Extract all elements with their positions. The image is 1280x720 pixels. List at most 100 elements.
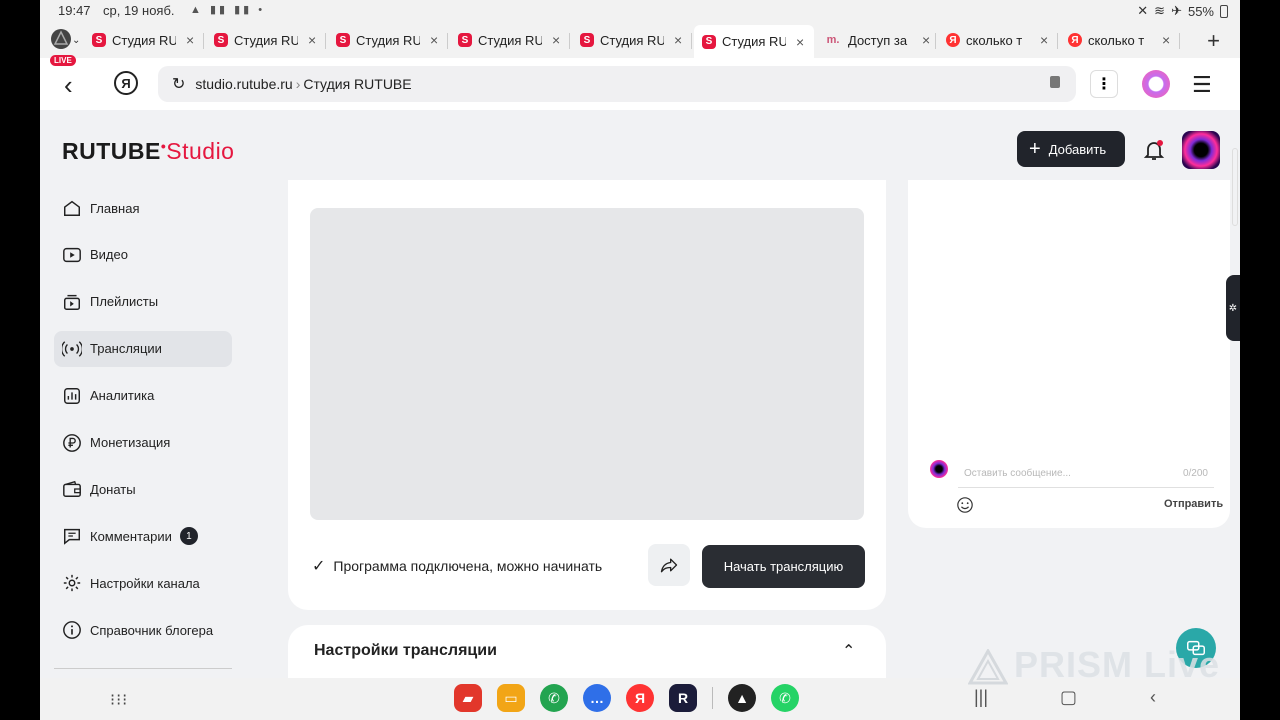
browser-tab[interactable]: S Студия RU × xyxy=(572,25,692,55)
close-tab-icon[interactable]: × xyxy=(186,32,194,48)
sidebar-item[interactable]: Комментарии 1 xyxy=(54,518,232,554)
close-tab-icon[interactable]: × xyxy=(430,32,438,48)
tab-label: сколько т xyxy=(1088,32,1145,48)
phone-app-icon[interactable]: ✆ xyxy=(540,684,568,712)
broadcast-settings-section[interactable]: Настройки трансляции ⌃ xyxy=(288,625,886,678)
bell-icon[interactable] xyxy=(1142,138,1166,162)
sidebar-item[interactable]: Справочник блогера xyxy=(54,612,232,648)
settings-title: Настройки трансляции xyxy=(314,642,497,659)
url-separator: › xyxy=(295,76,301,92)
rutube-icon: S xyxy=(458,33,472,47)
rutube-icon: S xyxy=(702,34,716,49)
sidebar-item[interactable]: Донаты xyxy=(54,471,232,507)
battery-level: 55% xyxy=(1187,3,1214,19)
chat-avatar xyxy=(930,460,948,478)
avatar[interactable] xyxy=(1182,131,1220,169)
url-bar[interactable]: ↻ studio.rutube.ru › Студия RUTUBE xyxy=(158,66,1076,102)
logo-rutube: RUTUBE xyxy=(62,138,161,164)
wifi-icon: ≋ xyxy=(1154,3,1166,18)
tab-label: Студия RU xyxy=(356,32,420,48)
connection-status-text: Программа подключена, можно начинать xyxy=(333,558,603,574)
tab-separator xyxy=(691,33,692,49)
tab-label: Студия RU xyxy=(600,32,664,48)
accessibility-handle[interactable]: ✲ xyxy=(1226,275,1240,341)
chat-message-input[interactable]: Оставить сообщение... 0/200 xyxy=(958,458,1214,488)
browser-tab[interactable]: m. Доступ за × xyxy=(816,25,936,55)
close-tab-icon[interactable]: × xyxy=(552,32,560,48)
sidebar-item[interactable]: Главная xyxy=(54,190,232,226)
broadcast-icon xyxy=(62,339,82,359)
sidebar-item[interactable]: Аналитика xyxy=(54,378,232,414)
home-button-icon[interactable]: ▢ xyxy=(1060,687,1077,708)
tab-separator xyxy=(1179,33,1180,49)
url-domain: studio.rutube.ru xyxy=(195,76,293,92)
yandex-icon: Я xyxy=(1068,33,1082,47)
yandex-button[interactable]: Я xyxy=(114,71,138,95)
sidebar-item-label: Монетизация xyxy=(90,435,171,450)
mute-icon: ✕ xyxy=(1137,3,1149,18)
close-tab-icon[interactable]: × xyxy=(922,32,930,48)
close-tab-icon[interactable]: × xyxy=(1040,32,1048,48)
prism-app-icon[interactable]: ▲ xyxy=(728,684,756,712)
accessibility-icon: ✲ xyxy=(1228,302,1238,314)
browser-tab[interactable]: S Студия RU × xyxy=(450,25,570,55)
browser-tab[interactable]: S Студия RU × xyxy=(328,25,448,55)
close-tab-icon[interactable]: × xyxy=(674,32,682,48)
files-app-icon[interactable]: ▭ xyxy=(497,684,525,712)
browser-tab[interactable]: S Студия RU × xyxy=(84,25,204,55)
browser-tab[interactable]: S Студия RU × xyxy=(694,25,814,58)
more-menu-button[interactable]: ⋮ xyxy=(1090,70,1118,98)
messages-app-icon[interactable]: … xyxy=(583,684,611,712)
sidebar-item-label: Плейлисты xyxy=(90,294,159,310)
alice-icon[interactable] xyxy=(1142,70,1170,98)
hamburger-menu-icon[interactable]: ☰ xyxy=(1192,72,1212,98)
clock: 19:47 xyxy=(58,3,91,18)
sidebar-item[interactable]: Видео xyxy=(54,237,232,273)
battery-icon xyxy=(1220,4,1228,18)
browser-tab[interactable]: S Студия RU × xyxy=(206,25,326,55)
send-button[interactable]: Отправить xyxy=(1164,498,1223,510)
airplane-icon: ✈ xyxy=(1171,3,1182,18)
gear-icon xyxy=(62,573,82,593)
scrollbar[interactable] xyxy=(1232,148,1238,226)
yandex-app-icon[interactable]: Я xyxy=(626,684,654,712)
close-tab-icon[interactable]: × xyxy=(796,34,804,50)
m-icon: m. xyxy=(826,34,840,46)
sidebar-item-label: Трансляции xyxy=(90,341,162,357)
sidebar-divider xyxy=(54,668,232,669)
sidebar-item[interactable]: Трансляции xyxy=(54,330,232,367)
whatsapp-app-icon[interactable]: ✆ xyxy=(771,684,799,712)
ruble-icon xyxy=(62,433,82,453)
notes-app-icon[interactable]: ▰ xyxy=(454,684,482,712)
emoji-icon[interactable] xyxy=(956,496,974,514)
browser-tab[interactable]: Ясколько т × xyxy=(938,25,1058,55)
new-tab-button[interactable]: + xyxy=(1207,28,1220,54)
sidebar-item[interactable]: Монетизация xyxy=(54,425,232,461)
system-tray: ✕ ≋ ✈ 55% xyxy=(1137,3,1228,19)
sidebar-item[interactable]: Плейлисты xyxy=(54,284,232,320)
connection-status: ✓ Программа подключена, можно начинать xyxy=(312,556,602,576)
tab-label: Студия RU xyxy=(478,32,542,48)
system-back-icon[interactable]: ‹ xyxy=(1150,687,1156,708)
rutube-app-icon[interactable]: R xyxy=(669,684,697,712)
plus-icon: + xyxy=(1029,138,1041,160)
rutube-icon: S xyxy=(92,33,106,47)
close-tab-icon[interactable]: × xyxy=(1162,32,1170,48)
tab-bar: ⌄ S Студия RU × S Студия RU × S Студия RU × S Студ… xyxy=(40,22,1240,58)
playlist-icon xyxy=(62,292,82,312)
date: ср, 19 нояб. xyxy=(103,3,175,18)
back-button[interactable]: ‹ xyxy=(64,70,73,101)
start-broadcast-button[interactable]: Начать трансляцию xyxy=(702,545,865,588)
app-drawer-icon[interactable]: ⁝⁝⁝ xyxy=(110,690,128,710)
tab-group-button[interactable]: ⌄ xyxy=(50,28,82,52)
reload-icon[interactable]: ↻ xyxy=(172,74,185,94)
chevron-up-icon[interactable]: ⌃ xyxy=(842,641,855,661)
close-tab-icon[interactable]: × xyxy=(308,32,316,48)
sidebar-item[interactable]: Настройки канала xyxy=(54,565,232,601)
dock-separator xyxy=(712,687,713,709)
logo[interactable]: RUTUBE•Studio xyxy=(62,138,234,165)
browser-tab[interactable]: Ясколько т × xyxy=(1060,25,1180,55)
recent-apps-icon[interactable]: ||| xyxy=(974,687,988,708)
share-button[interactable] xyxy=(648,544,690,586)
add-button[interactable]: + Добавить xyxy=(1017,131,1125,167)
